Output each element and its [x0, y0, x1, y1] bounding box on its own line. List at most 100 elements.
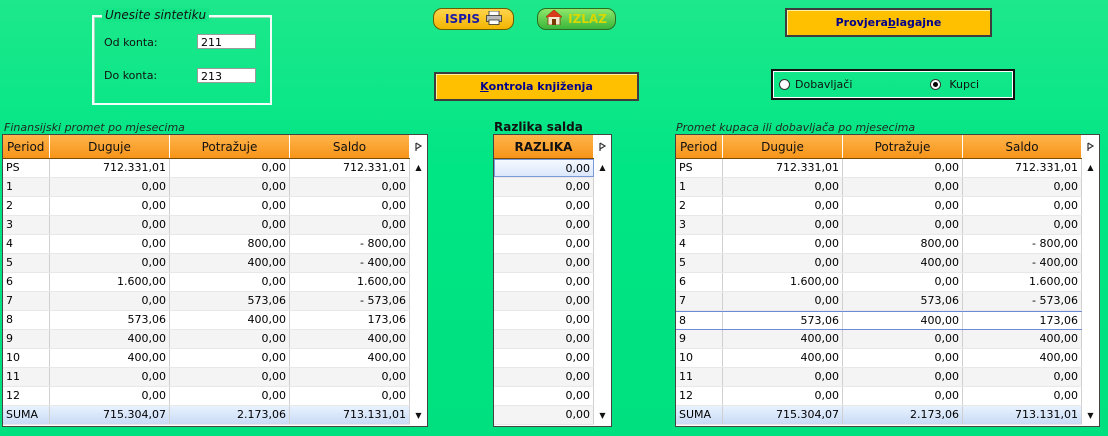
table-cell[interactable]: 715.304,07 [723, 406, 843, 424]
table-cell[interactable]: 1.600,00 [290, 273, 410, 291]
right-header-saldo[interactable]: Saldo [963, 135, 1082, 158]
table-row[interactable]: 1 0,00 0,00 0,00 [676, 178, 1099, 197]
table-cell[interactable]: 11 [3, 368, 50, 386]
table-cell[interactable]: 12 [676, 387, 723, 405]
table-row[interactable]: 1 0,00 0,00 0,00 [3, 178, 427, 197]
table-cell[interactable]: 0,00 [170, 387, 290, 405]
table-cell[interactable]: 0,00 [170, 349, 290, 367]
ispis-button[interactable]: ISPIS [433, 8, 514, 30]
table-cell[interactable]: 573,06 [170, 292, 290, 310]
table-cell[interactable]: 0,00 [50, 197, 170, 215]
table-row[interactable]: 7 0,00 573,06- 573,06 [676, 292, 1099, 311]
table-cell[interactable]: 0,00 [963, 216, 1082, 234]
table-row[interactable]: 9 400,00 0,00 400,00 [3, 330, 427, 349]
table-cell[interactable]: 400,00 [170, 311, 290, 329]
table-row[interactable]: PS 712.331,01 0,00 712.331,01 [676, 159, 1099, 178]
table-cell[interactable]: 400,00 [290, 330, 410, 348]
table-cell[interactable]: 0,00 [723, 178, 843, 196]
table-cell[interactable]: PS [3, 159, 50, 177]
table-cell-razlika[interactable]: 0,00 [494, 254, 594, 272]
table-cell[interactable]: 0,00 [843, 216, 963, 234]
table-cell[interactable]: 4 [676, 235, 723, 253]
column-selector-icon[interactable] [410, 135, 427, 158]
right-header-potrazuje[interactable]: Potražuje [843, 135, 963, 158]
column-selector-icon[interactable] [1082, 135, 1099, 158]
table-cell[interactable]: 1 [676, 178, 723, 196]
table-row[interactable]: 11 0,00 0,00 0,00 [676, 368, 1099, 387]
table-cell[interactable]: 0,00 [50, 292, 170, 310]
table-cell[interactable]: 0,00 [170, 197, 290, 215]
table-cell[interactable]: 7 [3, 292, 50, 310]
table-cell[interactable]: 9 [3, 330, 50, 348]
left-header-period[interactable]: Period [3, 135, 50, 158]
table-cell-razlika[interactable]: 0,00 [494, 406, 594, 424]
table-cell[interactable]: 1 [3, 178, 50, 196]
table-cell[interactable]: 4 [3, 235, 50, 253]
scroll-down-icon[interactable]: ▼ [1082, 410, 1099, 422]
table-cell-razlika[interactable]: 0,00 [494, 273, 594, 291]
table-cell[interactable]: PS [676, 159, 723, 177]
table-cell[interactable]: 11 [676, 368, 723, 386]
table-cell[interactable]: SUMA [676, 406, 723, 424]
scroll-down-icon[interactable]: ▼ [410, 410, 427, 422]
table-cell[interactable]: 400,00 [50, 330, 170, 348]
table-cell[interactable]: 0,00 [843, 349, 963, 367]
table-cell[interactable]: 400,00 [963, 349, 1082, 367]
table-cell[interactable]: 400,00 [963, 330, 1082, 348]
table-cell-razlika[interactable]: 0,00 [494, 349, 594, 367]
table-cell[interactable]: 173,06 [290, 311, 410, 329]
table-cell[interactable]: 400,00 [50, 349, 170, 367]
table-cell[interactable]: 10 [3, 349, 50, 367]
table-cell[interactable]: 0,00 [963, 197, 1082, 215]
table-cell[interactable]: 713.131,01 [290, 406, 410, 424]
table-cell[interactable]: 573,06 [843, 292, 963, 310]
table-cell[interactable]: 712.331,01 [290, 159, 410, 177]
table-cell[interactable]: 712.331,01 [723, 159, 843, 177]
left-header-saldo[interactable]: Saldo [290, 135, 410, 158]
table-cell[interactable]: 0,00 [723, 387, 843, 405]
table-cell[interactable]: 2.173,06 [843, 406, 963, 424]
table-row[interactable]: 10 400,00 0,00 400,00 [676, 349, 1099, 368]
kontrola-knjizenja-button[interactable]: Kontrola knjiženja [434, 72, 639, 101]
table-cell[interactable]: 173,06 [963, 312, 1082, 329]
table-row[interactable]: 8 573,06 400,00 173,06 [3, 311, 427, 330]
table-cell[interactable]: 712.331,01 [963, 159, 1082, 177]
table-cell[interactable]: 6 [676, 273, 723, 291]
scroll-up-icon[interactable]: ▲ [1082, 162, 1099, 174]
table-cell[interactable]: 1.600,00 [50, 273, 170, 291]
table-cell[interactable]: 400,00 [723, 349, 843, 367]
table-cell[interactable]: 0,00 [843, 159, 963, 177]
table-cell[interactable]: 712.331,01 [50, 159, 170, 177]
table-cell[interactable]: 800,00 [843, 235, 963, 253]
table-cell[interactable]: 400,00 [723, 330, 843, 348]
right-header-period[interactable]: Period [676, 135, 723, 158]
provjera-blagajne-button[interactable]: Provjera b lagajne [785, 8, 992, 37]
middle-grid-scrollbar[interactable]: ▲ ▼ [594, 158, 611, 426]
right-header-duguje[interactable]: Duguje [723, 135, 843, 158]
table-cell[interactable]: 0,00 [723, 292, 843, 310]
od-konta-input[interactable]: 211 [197, 34, 256, 49]
table-row[interactable]: 6 1.600,00 0,00 1.600,00 [676, 273, 1099, 292]
table-cell[interactable]: 0,00 [843, 273, 963, 291]
table-cell[interactable]: 2 [3, 197, 50, 215]
table-cell[interactable]: SUMA [3, 406, 50, 424]
table-cell[interactable]: 0,00 [50, 216, 170, 234]
table-cell[interactable]: 0,00 [290, 216, 410, 234]
table-cell[interactable]: 0,00 [963, 387, 1082, 405]
table-cell[interactable]: 2 [676, 197, 723, 215]
table-cell-razlika[interactable]: 0,00 [494, 311, 594, 329]
table-cell[interactable]: 713.131,01 [963, 406, 1082, 424]
table-row[interactable]: 5 0,00 400,00- 400,00 [3, 254, 427, 273]
table-cell[interactable]: 0,00 [170, 368, 290, 386]
table-cell-razlika[interactable]: 0,00 [494, 197, 594, 215]
table-cell[interactable]: 0,00 [50, 178, 170, 196]
left-grid[interactable]: Period Duguje Potražuje Saldo PS 712.331,… [2, 134, 428, 427]
table-row[interactable]: 12 0,00 0,00 0,00 [676, 387, 1099, 406]
table-cell-razlika[interactable]: 0,00 [494, 292, 594, 310]
table-row[interactable]: 2 0,00 0,00 0,00 [3, 197, 427, 216]
table-cell-razlika[interactable]: 0,00 [494, 368, 594, 386]
table-cell[interactable]: 0,00 [170, 216, 290, 234]
scroll-down-icon[interactable]: ▼ [594, 410, 611, 422]
left-grid-scrollbar[interactable]: ▲ ▼ [410, 158, 427, 426]
left-header-duguje[interactable]: Duguje [50, 135, 170, 158]
